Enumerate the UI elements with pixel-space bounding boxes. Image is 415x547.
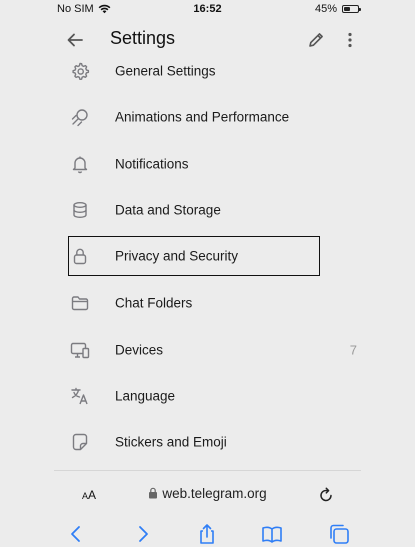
page-title: Settings — [110, 28, 176, 48]
settings-item-label: Chat Folders — [115, 295, 193, 311]
settings-list: General Settings Animations and Performa… — [54, 58, 361, 471]
devices-count-badge: 7 — [349, 342, 357, 358]
lock-icon — [73, 248, 87, 265]
database-icon — [73, 202, 87, 218]
address-bar: AA web.telegram.org — [0, 478, 415, 514]
url-field[interactable]: web.telegram.org — [0, 486, 415, 501]
bookmarks-button[interactable] — [260, 522, 284, 546]
browser-forward-button[interactable] — [131, 522, 155, 546]
battery-icon — [342, 5, 361, 13]
settings-item-label: General Settings — [115, 63, 216, 79]
settings-item-general[interactable]: General Settings — [54, 58, 361, 93]
more-vertical-icon — [348, 32, 352, 48]
sticker-icon — [72, 433, 88, 451]
chevron-left-icon — [71, 526, 80, 542]
devices-icon — [70, 342, 90, 359]
back-button[interactable] — [64, 29, 86, 51]
browser-toolbar — [0, 520, 415, 547]
settings-item-label: Stickers and Emoji — [115, 434, 227, 450]
battery-fill — [344, 7, 350, 11]
chevron-right-icon — [139, 526, 148, 542]
settings-item-label: Animations and Performance — [115, 109, 290, 125]
animation-icon — [71, 109, 88, 127]
gear-icon — [72, 62, 90, 80]
reload-button[interactable] — [317, 486, 335, 504]
settings-item-language[interactable]: Language — [54, 374, 361, 418]
lock-icon — [149, 487, 158, 499]
language-icon — [71, 387, 88, 405]
settings-item-animations[interactable]: Animations and Performance — [54, 95, 361, 139]
tabs-button[interactable] — [327, 522, 351, 546]
settings-item-stickers-emoji[interactable]: Stickers and Emoji — [54, 420, 361, 464]
tabs-icon — [330, 524, 349, 544]
more-button[interactable] — [339, 29, 361, 51]
status-bar: No SIM 16:52 45% — [0, 0, 415, 20]
settings-item-label: Notifications — [115, 156, 189, 172]
share-icon — [200, 524, 214, 544]
settings-item-label: Language — [115, 388, 176, 404]
screen: No SIM 16:52 45% Settings General Settin… — [0, 0, 415, 547]
browser-back-button[interactable] — [64, 522, 88, 546]
arrow-left-icon — [67, 33, 83, 47]
settings-item-label: Data and Storage — [115, 202, 221, 218]
settings-item-devices[interactable]: Devices 7 — [54, 328, 361, 372]
book-icon — [262, 526, 282, 543]
settings-item-notifications[interactable]: Notifications — [54, 142, 361, 186]
settings-item-chat-folders[interactable]: Chat Folders — [54, 281, 361, 325]
battery-percent: 45% — [314, 3, 337, 15]
reload-icon — [320, 487, 332, 502]
settings-item-label: Devices — [115, 342, 164, 358]
edit-button[interactable] — [305, 29, 327, 51]
bell-icon — [72, 156, 88, 174]
header: Settings — [54, 22, 361, 58]
share-button[interactable] — [195, 522, 219, 546]
settings-item-data-storage[interactable]: Data and Storage — [54, 188, 361, 232]
battery-status: 45% — [314, 3, 361, 15]
folder-icon — [71, 296, 89, 311]
url-text: web.telegram.org — [162, 486, 267, 501]
settings-item-privacy-security[interactable]: Privacy and Security — [54, 234, 361, 278]
pencil-icon — [309, 33, 323, 47]
settings-item-label: Privacy and Security — [115, 248, 239, 264]
